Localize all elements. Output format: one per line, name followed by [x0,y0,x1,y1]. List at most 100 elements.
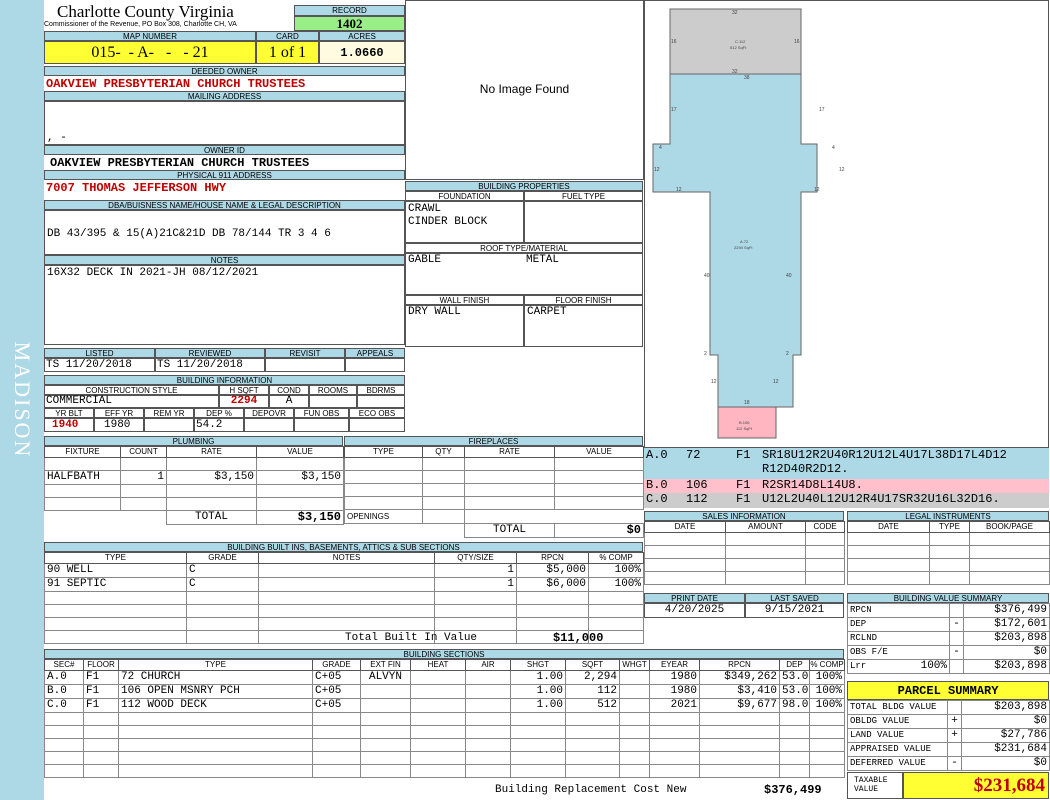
rooms-label: ROOMS [309,385,357,395]
heated-sqft: 2294 [230,395,258,407]
table-row: OBLDG VALUE + $0 [847,714,1050,729]
builtin-rpcn: $5,000 [516,563,589,578]
section-floor: F1 [83,698,119,713]
builtin-col-qty: QTY/SIZE [434,552,517,564]
section-type: 112 WOOD DECK [118,698,313,713]
section-heat [410,670,466,685]
sales-col-amount: AMOUNT [725,521,806,533]
traverse-line: U12L2U40L12U12R4U17SR32U16L32D16. [762,493,1000,506]
sketch-dim: 12 [814,187,820,193]
summary-label: DEP [847,617,900,632]
section-sec: A.0 [44,670,84,685]
county-name: Charlotte County Virginia [57,2,234,21]
table-row: Lrr 100% $203,898 [847,659,1050,674]
section-ext: ALVYN [360,670,411,685]
section-col-extfin: EXT FIN [360,659,411,671]
sales-col-date: DATE [644,521,726,533]
summary-label: RCLND [847,631,900,646]
builtin-col-rpcn: RPCN [516,552,589,564]
built-ins-table: TYPE GRADE NOTES QTY/SIZE RPCN% COMP 90 WELL… [44,552,644,644]
remyr-label: REM YR [144,408,194,418]
parcel-label: LAND VALUE [847,728,948,743]
parcel-label: TOTAL BLDG VALUE [847,700,948,715]
plumbing-table: FIXTURE COUNT RATE VALUE HALFBATH 1 $3,150 $3,… [44,446,344,525]
section-dep: 98.0 [779,698,810,713]
parcel-value: $231,684 [961,742,1050,757]
traverse-row-b: B.0 106 F1 R2SR14D8L14U8. [644,479,1049,493]
section-sec: C.0 [44,698,84,713]
table-row: HALFBATH 1 $3,150 $3,150 [44,470,344,485]
section-rpcn: $3,410 [699,684,780,699]
section-sqft: 2,294 [565,670,620,685]
section-floor: F1 [83,670,119,685]
sketch-dim: 16 [794,39,800,45]
record-number: 1402 [294,16,405,31]
summary-value: $0 [963,645,1050,660]
summary-label: OBS F/E [847,645,900,660]
foundation-label: FOUNDATION [405,191,524,201]
section-col-floor: FLOOR [83,659,119,671]
traverse-line: R2SR14D8L14U8. [762,479,863,492]
summary-sign [949,659,964,674]
remyr-box [144,418,194,432]
section-grade: C+05 [312,698,361,713]
builtin-col-grade: GRADE [186,552,259,564]
card-number: 1 of 1 [256,41,319,64]
fireplaces-table: TYPE QTY RATE VALUE OPENINGS TOTAL $0 [344,446,644,538]
effyr-label: EFF YR [94,408,144,418]
deeded-owner: OAKVIEW PRESBYTERIAN CHURCH TRUSTEES [46,77,306,91]
summary-label: Lrr [847,659,900,674]
section-shgt: 1.00 [510,698,566,713]
print-date: 4/20/2025 [644,603,745,618]
legal-col-date: DATE [847,521,930,533]
floor-finish: CARPET [527,306,567,318]
section-heat [410,684,466,699]
traverse-line: SR18U12R2U40R12U12L4U17L38D17L4D12 [762,449,1007,462]
dep-label: DEP % [194,408,244,418]
sales-info-label: SALES INFORMATION [644,511,844,521]
last-saved: 9/15/2021 [745,603,844,618]
bdrms-box [357,395,405,408]
sketch-dim: 12 [773,379,779,385]
wall-finish-label: WALL FINISH [405,295,524,305]
openings-label: OPENINGS [344,509,423,524]
plumbing-label: PLUMBING [44,436,343,446]
section-rpcn: $349,262 [699,670,780,685]
taxable-label: TAXABLE VALUE [847,772,903,799]
taxable-value: $231,684 [903,772,1049,799]
traverse-num: 106 [686,479,708,492]
sales-table: DATE AMOUNT CODE [644,521,845,585]
section-type: 106 OPEN MSNRY PCH [118,684,313,699]
sketch-dim: 40 [704,273,710,279]
plumbing-fixture: HALFBATH [44,470,121,485]
depovr-box [244,418,294,432]
parcel-label: OBLDG VALUE [847,714,948,729]
traverse-sec: B.0 [646,479,668,492]
fuel-type-label: FUEL TYPE [524,191,643,201]
revisit-label: REVISIT [265,348,345,358]
replacement-cost: $376,499 [764,784,822,797]
summary-sign [949,631,964,646]
map-number: 015- - A- - - 21 [44,41,256,64]
table-row: APPRAISED VALUE $231,684 [847,742,1050,757]
construction-style: COMMERCIAL [46,395,113,407]
section-col-air: AIR [465,659,511,671]
section-heat [410,698,466,713]
sketch-dim: 16 [671,39,677,45]
sketch-sub-a: 2294 SqFt [734,245,753,250]
legal-instruments-table: DATE TYPE BOOK/PAGE [847,521,1050,585]
section-floor: F1 [83,684,119,699]
parcel-sign: + [947,714,962,729]
section-dep: 53.0 [779,670,810,685]
section-col-comp: % COMP [809,659,845,671]
builtin-qty: 1 [434,563,517,578]
parcel-summary-title: PARCEL SUMMARY [847,681,1049,700]
section-col-grade: GRADE [312,659,361,671]
section-sqft: 512 [565,698,620,713]
fireplace-total-label: TOTAL [464,523,555,538]
summary-sign: - [949,645,964,660]
condition: A [285,395,293,407]
section-air [465,698,511,713]
sketch-dim: 12 [711,379,717,385]
built-ins-label: BUILDING BUILT INS, BASEMENTS, ATTICS & … [44,542,643,552]
